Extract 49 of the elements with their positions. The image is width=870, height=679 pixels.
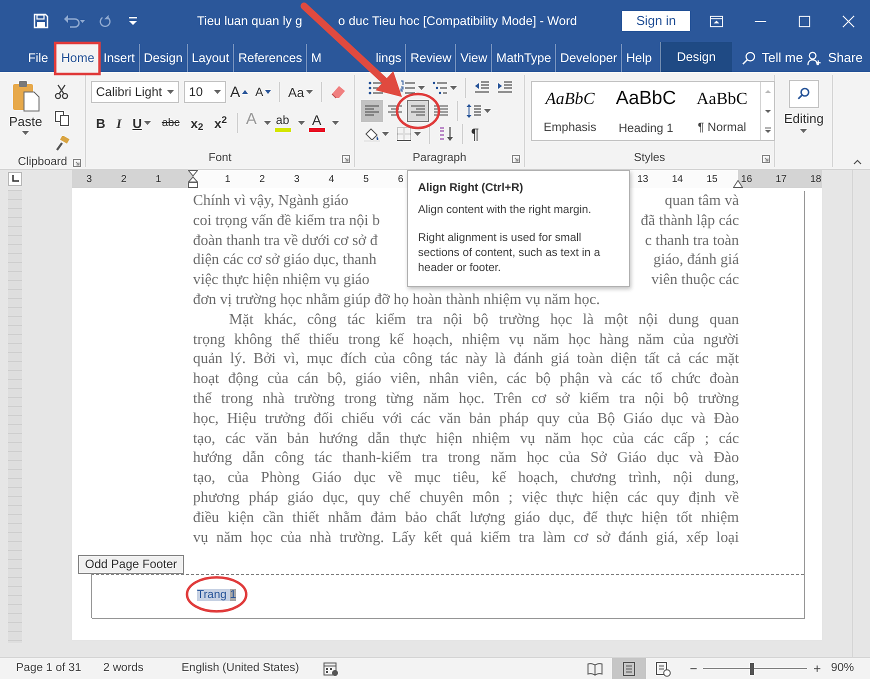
group-label: Clipboard bbox=[18, 155, 68, 170]
document-text: c thanh tra toàn bbox=[644, 230, 739, 250]
ruler-number: 17 bbox=[774, 173, 788, 187]
tooltip-title: Align Right (Ctrl+R) bbox=[418, 181, 524, 196]
ruler-number: 2 bbox=[120, 173, 128, 187]
ruler-number: 3 bbox=[293, 173, 301, 187]
document-text-line: điều kiện cần thiết nhằm đảm bảo chất lượng giáo dục, để thực hiện tốt nhiệm bbox=[193, 508, 739, 528]
document-text-line: phương pháp giáo dục, quy chế chuyên môn ; việc thực hiện các quy định về bbox=[193, 488, 739, 508]
document-text: coi trọng vấn đề kiểm tra nội b bbox=[193, 210, 380, 231]
ruler-number: 2 bbox=[258, 173, 266, 187]
group-label: Font bbox=[208, 151, 232, 166]
document-text-line: trọng không thể thiếu trong kế hoạch, nhiệm vụ năm học hàng năm của người bbox=[193, 330, 739, 350]
tooltip-text: Right alignment is used for small sections of content, such as text in a header or footer. bbox=[418, 230, 602, 276]
document-text-line: Mặt khác, công tác kiểm tra nội bộ trường học là một nội dung quan bbox=[228, 310, 739, 330]
document-text-line: đơn vị trường học nhằm giúp đỡ họ hoàn thành nhiệm vụ năm học. bbox=[193, 290, 601, 310]
document-text: giáo, đánh giá bbox=[653, 250, 739, 270]
ruler-number: 16 bbox=[740, 173, 754, 187]
tooltip-text: Align content with the right margin. bbox=[418, 202, 592, 218]
ruler-number: 6 bbox=[396, 173, 404, 187]
document-text-line: quản lý. Bởi vì, mục đích của công tác này là đánh giá toàn diện tất cả các mặt bbox=[193, 349, 739, 370]
group-label: Paragraph bbox=[412, 151, 466, 166]
document-text: đã thành lập các bbox=[640, 210, 739, 231]
ruler-number: 3 bbox=[85, 173, 93, 187]
ruler-number: 1 bbox=[224, 173, 232, 187]
document-text-line: hoạt động của cán bộ, giáo viên, nhân viên, các bộ phận và các tổ chức đoàn bbox=[193, 369, 739, 389]
document-text-line: thể trong nhà trường trong từng năm học. Trên cơ sở kiểm tra nội bộ trường bbox=[193, 388, 739, 409]
window-title: Tieu luan quan ly g bbox=[197, 12, 302, 30]
footer-label: Odd Page Footer bbox=[78, 555, 184, 574]
document-text: viên thuộc các bbox=[651, 270, 739, 290]
ruler-number: 18 bbox=[809, 173, 822, 187]
document-text: diện các cơ sở giáo dục, thanh bbox=[193, 250, 376, 270]
document-text: đoàn thanh tra về dưới cơ sở đ bbox=[193, 230, 378, 250]
document-text-line: tạo, của Phòng Giáo dục về mục tiêu, kế hoạch, chương trình, nội dung, bbox=[193, 468, 739, 488]
ruler-number: 14 bbox=[670, 173, 684, 187]
document-text-line: học, Hiệu trưởng đối chiếu với các văn bản pháp quy của Bộ Giáo dục và Đào bbox=[193, 408, 739, 429]
ruler-number: 15 bbox=[705, 173, 719, 187]
document-text-line: vụ năm học của nhà trường. Lấy kết quả kiểm tra làm cơ sở đánh giá, xếp loại bbox=[193, 528, 739, 548]
window-title: o duc Tieu hoc [Compatibility Mode] - Word bbox=[338, 12, 577, 30]
document-text: việc thực hiện nhiệm vụ giáo bbox=[193, 270, 370, 290]
document-text: quan tâm và bbox=[664, 191, 739, 211]
document-text: Chính vì vậy, Ngành giáo bbox=[193, 191, 349, 211]
ruler-number: 4 bbox=[328, 173, 336, 187]
footer-text: Trang bbox=[197, 589, 230, 602]
ruler-number: 5 bbox=[362, 173, 370, 187]
ruler-number: 1 bbox=[154, 173, 162, 187]
document-text-line: tạo, các văn bản hướng dẫn thực hiện nhiệm vụ năm học của các cấp ; các bbox=[193, 428, 739, 448]
group-label: Styles bbox=[634, 151, 666, 166]
ruler-number: 13 bbox=[636, 173, 650, 187]
document-text-line: hướng dẫn công tác thanh-kiểm tra trong năm học của Sở Giáo dục và Đào bbox=[193, 448, 739, 468]
